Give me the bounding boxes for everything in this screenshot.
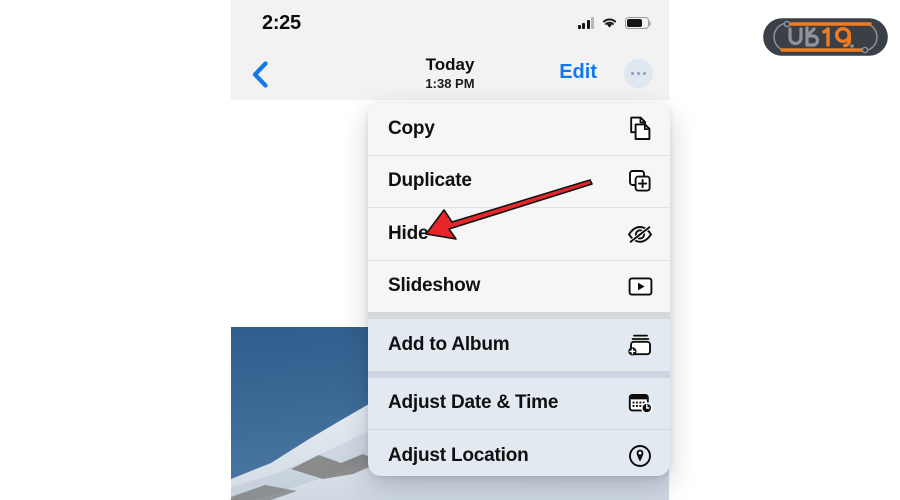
menu-section-separator xyxy=(368,312,670,319)
menu-item-label: Add to Album xyxy=(388,334,626,356)
nav-title-block: Today 1:38 PM xyxy=(231,54,669,92)
menu-item-copy[interactable]: Copy xyxy=(368,103,670,155)
watermark-logo xyxy=(760,15,891,59)
duplicate-icon xyxy=(626,167,654,195)
menu-item-adjust-location[interactable]: Adjust Location xyxy=(368,430,670,476)
copy-icon xyxy=(626,115,654,143)
screenshot-root: 2:25 xyxy=(0,0,900,500)
more-options-button[interactable] xyxy=(624,59,653,88)
context-menu-group: Copy Duplicate xyxy=(368,103,670,312)
signal-bars-icon xyxy=(578,17,595,29)
context-menu: Copy Duplicate xyxy=(368,103,670,476)
battery-icon xyxy=(625,17,649,29)
status-bar-time: 2:25 xyxy=(262,12,301,35)
menu-item-label: Duplicate xyxy=(388,170,626,192)
menu-item-label: Adjust Location xyxy=(388,445,626,467)
navigation-bar: Today 1:38 PM Edit xyxy=(231,48,669,101)
ellipsis-dot xyxy=(631,72,635,76)
menu-item-label: Adjust Date & Time xyxy=(388,392,626,414)
eye-slash-icon xyxy=(626,220,654,248)
menu-item-slideshow[interactable]: Slideshow xyxy=(368,261,670,313)
wifi-icon xyxy=(601,16,618,29)
ellipsis-dot xyxy=(637,72,641,76)
page-subtitle: 1:38 PM xyxy=(231,75,669,92)
edit-button[interactable]: Edit xyxy=(559,61,597,84)
location-pin-circle-icon xyxy=(626,442,654,470)
context-menu-group: Add to Album xyxy=(368,319,670,371)
status-bar: 2:25 xyxy=(231,0,669,48)
context-menu-group: Adjust Date & Time xyxy=(368,378,670,477)
menu-item-label: Hide xyxy=(388,223,626,245)
menu-item-label: Copy xyxy=(388,118,626,140)
page-title: Today xyxy=(231,54,669,75)
status-bar-icons xyxy=(578,16,650,29)
ellipsis-dot xyxy=(643,72,647,76)
menu-section-separator xyxy=(368,371,670,378)
add-to-album-icon xyxy=(626,331,654,359)
menu-item-label: Slideshow xyxy=(388,275,626,297)
back-button[interactable] xyxy=(243,57,277,91)
menu-item-add-to-album[interactable]: Add to Album xyxy=(368,319,670,371)
menu-item-hide[interactable]: Hide xyxy=(368,208,670,260)
slideshow-play-icon xyxy=(626,272,654,300)
calendar-clock-icon xyxy=(626,389,654,417)
menu-item-duplicate[interactable]: Duplicate xyxy=(368,156,670,208)
chevron-left-icon xyxy=(252,61,268,88)
menu-item-adjust-date-time[interactable]: Adjust Date & Time xyxy=(368,378,670,430)
